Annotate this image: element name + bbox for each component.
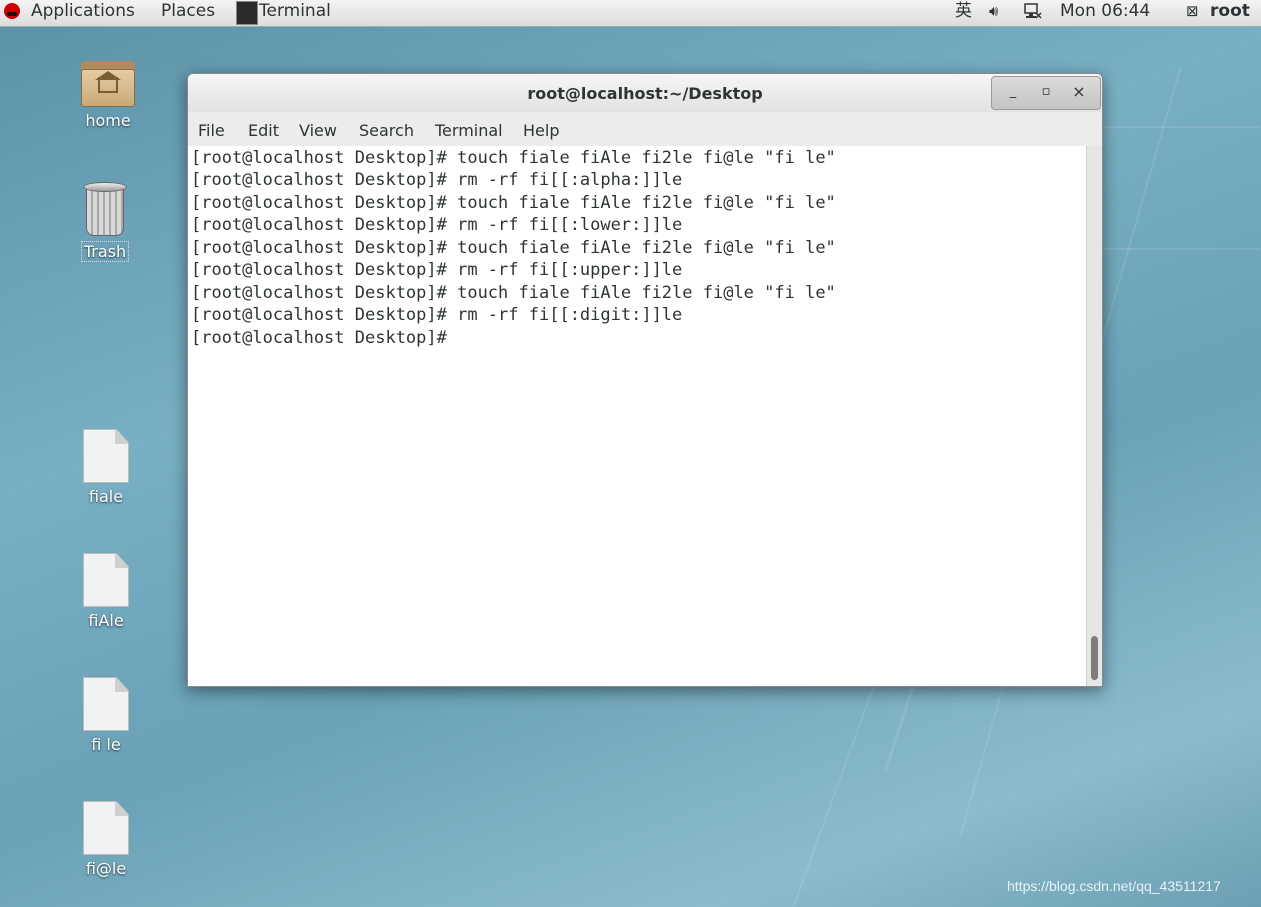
file-icon [83, 801, 129, 855]
file-icon [83, 429, 129, 483]
volume-icon[interactable]: 🔊︎ [989, 0, 998, 26]
desktop-icon-file[interactable]: fiAle [66, 553, 146, 630]
terminal-line: [root@localhost Desktop]# rm -rf fi[[:lo… [191, 215, 683, 235]
terminal-line: [root@localhost Desktop]# touch fiale fi… [191, 283, 836, 303]
file-icon [83, 677, 129, 731]
scrollbar[interactable] [1086, 146, 1102, 686]
menubar: File Edit View Search Terminal Help [188, 112, 1102, 146]
home-folder-icon [81, 57, 135, 107]
places-menu[interactable]: Places [161, 0, 215, 26]
clock[interactable]: Mon 06:44 [1060, 0, 1150, 26]
maximize-button[interactable]: ▫ [1035, 83, 1057, 103]
terminal-line: [root@localhost Desktop]# rm -rf fi[[:di… [191, 305, 683, 325]
desktop-icon-label: fi le [91, 735, 121, 754]
desktop-icon-label: fiAle [88, 611, 124, 630]
desktop-icon-label: fi@le [85, 859, 127, 878]
top-panel: Applications Places Terminal 英 🔊︎ Mon 06… [0, 0, 1261, 27]
window-controls: _ ▫ × [991, 76, 1101, 110]
menu-terminal[interactable]: Terminal [435, 121, 503, 140]
desktop-icon-label: home [85, 111, 131, 130]
desktop-icon-file[interactable]: fiale [66, 429, 146, 506]
terminal-line: [root@localhost Desktop]# touch fiale fi… [191, 193, 836, 213]
window-title: root@localhost:~/Desktop [527, 84, 763, 103]
minimize-button[interactable]: _ [1002, 83, 1024, 103]
terminal-prompt: [root@localhost Desktop]# [191, 328, 447, 348]
close-button[interactable]: × [1068, 83, 1090, 103]
menu-file[interactable]: File [198, 121, 225, 140]
menu-view[interactable]: View [299, 121, 337, 140]
terminal-line: [root@localhost Desktop]# touch fiale fi… [191, 148, 836, 168]
window-titlebar[interactable]: root@localhost:~/Desktop _ ▫ × [188, 74, 1102, 112]
terminal-output[interactable]: [root@localhost Desktop]# touch fiale fi… [188, 146, 1086, 686]
menu-help[interactable]: Help [523, 121, 559, 140]
terminal-line: [root@localhost Desktop]# touch fiale fi… [191, 238, 836, 258]
user-icon[interactable]: ⊠ [1186, 0, 1199, 26]
desktop-icon-label: Trash [80, 241, 130, 262]
watermark: https://blog.csdn.net/qq_43511217 [1007, 878, 1221, 894]
user-menu[interactable]: root [1210, 0, 1250, 26]
desktop-icon-file[interactable]: fi@le [66, 801, 146, 878]
input-method-indicator[interactable]: 英 [955, 0, 972, 26]
applications-menu[interactable]: Applications [31, 0, 135, 26]
desktop-icon-home[interactable]: home [68, 57, 148, 130]
taskbar-terminal-label[interactable]: Terminal [259, 0, 331, 26]
network-icon[interactable] [1024, 3, 1042, 19]
trash-icon [83, 182, 127, 238]
scrollbar-thumb[interactable] [1091, 636, 1098, 680]
file-icon [83, 553, 129, 607]
terminal-line: [root@localhost Desktop]# rm -rf fi[[:up… [191, 260, 683, 280]
desktop-icon-label: fiale [88, 487, 124, 506]
redhat-icon[interactable] [4, 3, 20, 19]
terminal-window[interactable]: root@localhost:~/Desktop _ ▫ × File Edit… [187, 73, 1103, 687]
desktop-icon-file[interactable]: fi le [66, 677, 146, 754]
desktop-icon-trash[interactable]: Trash [65, 182, 145, 262]
menu-search[interactable]: Search [359, 121, 414, 140]
menu-edit[interactable]: Edit [248, 121, 279, 140]
terminal-line: [root@localhost Desktop]# rm -rf fi[[:al… [191, 170, 683, 190]
terminal-icon[interactable] [236, 1, 258, 25]
